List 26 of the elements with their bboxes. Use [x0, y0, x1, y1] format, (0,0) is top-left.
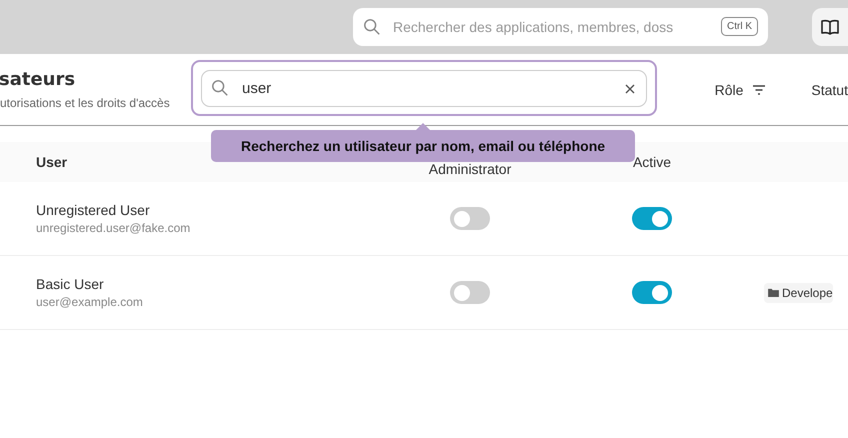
filter-button[interactable]: Rôle	[714, 82, 766, 98]
tag-label: Develope	[782, 286, 833, 300]
search-icon	[211, 78, 229, 96]
shortcut-hint: Ctrl K	[721, 17, 758, 36]
user-email: unregistered.user@fake.com	[36, 221, 192, 235]
page-subtitle: utorisations et les droits d'accès	[0, 96, 171, 110]
column-header: Administrator	[428, 161, 512, 177]
column-header: Active	[632, 154, 672, 170]
filter-button[interactable]: Statut	[811, 82, 848, 98]
user-search-field[interactable]: user	[201, 70, 647, 106]
search-tooltip: Recherchez un utilisateur par nom, email ou téléphone	[211, 122, 635, 162]
toggle-switch[interactable]	[450, 281, 490, 304]
toggle-switch[interactable]	[632, 281, 672, 304]
column-header: User	[36, 154, 68, 170]
filter-icon	[753, 84, 766, 94]
user-name: Basic User	[36, 276, 105, 292]
folder-icon	[768, 288, 779, 297]
toggle-switch[interactable]	[632, 207, 672, 230]
search-icon	[363, 18, 381, 36]
toggle-switch[interactable]	[450, 207, 490, 230]
user-name: Unregistered User	[36, 202, 151, 218]
book-icon	[820, 17, 840, 37]
docs-button[interactable]	[812, 8, 848, 46]
page-title: sateurs	[0, 69, 76, 90]
clear-button[interactable]	[622, 82, 637, 96]
user-email: user@example.com	[36, 295, 144, 309]
